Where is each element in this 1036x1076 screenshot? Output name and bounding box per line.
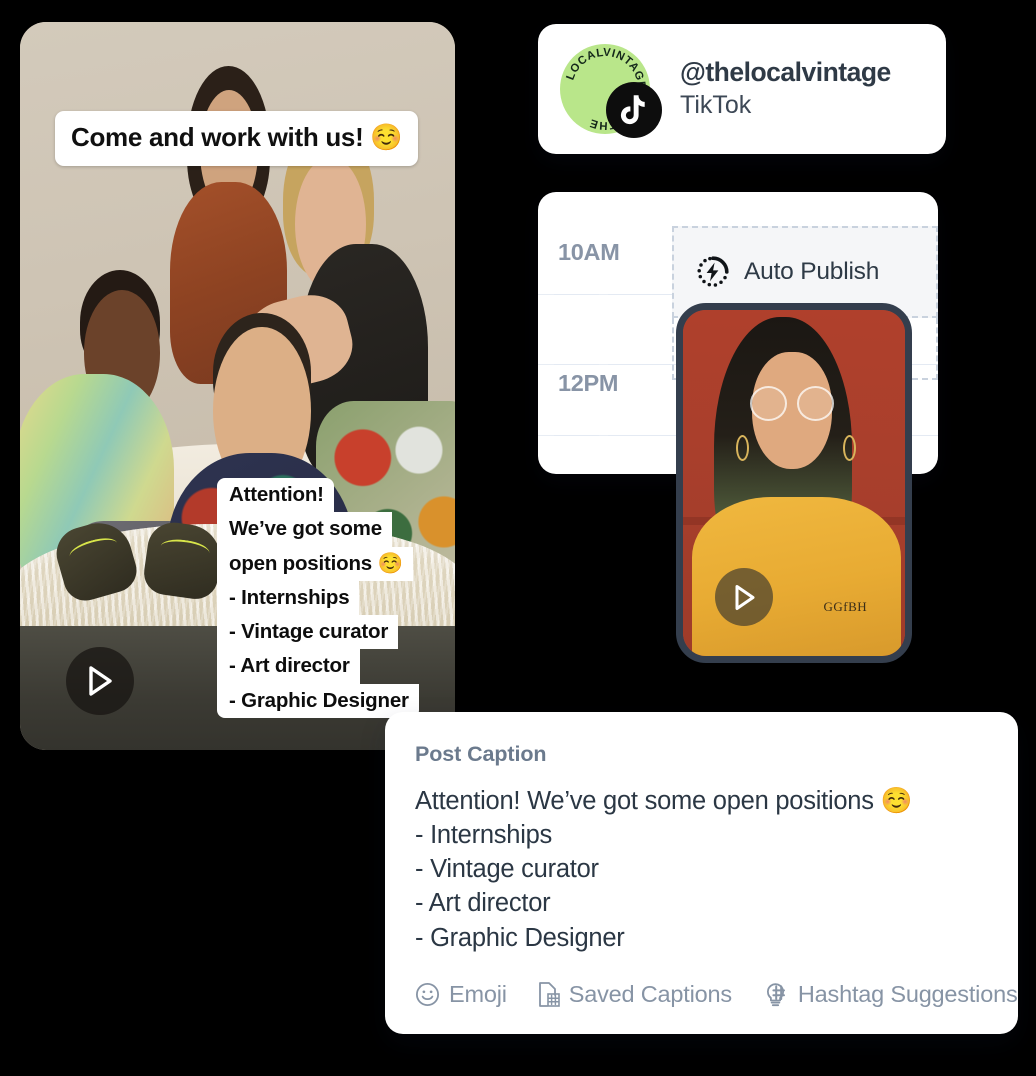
phone-photo-earring-left (736, 434, 750, 461)
time-slot-label: 12PM (558, 370, 619, 396)
overlay-caption-line: We’ve got some (217, 512, 392, 547)
account-handle: @thelocalvintage (680, 56, 891, 87)
play-icon (735, 584, 754, 610)
document-hash-icon (538, 982, 560, 1007)
emoji-label: Emoji (449, 981, 507, 1007)
saved-captions-label: Saved Captions (568, 981, 732, 1007)
post-caption-panel[interactable]: Post Caption Attention! We’ve got some o… (385, 712, 1018, 1034)
play-button[interactable] (66, 647, 134, 715)
svg-text:LOCAL: LOCAL (564, 47, 604, 82)
overlay-caption-line: - Art director (217, 649, 360, 684)
phone-photo-glasses (749, 386, 834, 421)
post-caption-title: Post Caption (415, 742, 547, 766)
hashtag-suggestions-label: Hashtag Suggestions (797, 981, 1018, 1007)
overlay-caption-line: - Vintage curator (217, 615, 399, 650)
phone-preview[interactable]: GGfBH (676, 303, 912, 663)
overlay-caption-line: open positions ☺️ (217, 546, 413, 581)
overlay-caption-line: - Internships (217, 580, 360, 616)
account-text: @thelocalvintage TikTok (680, 57, 891, 121)
post-caption-text[interactable]: Attention! We’ve got some open positions… (415, 784, 988, 955)
phone-photo-earring-right (843, 434, 857, 461)
lightbulb-hash-icon (766, 983, 785, 1007)
screenshot-root: Come and work with us! ☺️ Attention! We’… (0, 0, 1036, 1076)
video-preview-card[interactable]: Come and work with us! ☺️ Attention! We’… (20, 22, 455, 750)
emoji-button[interactable]: Emoji (415, 981, 507, 1008)
saved-captions-button[interactable]: Saved Captions (537, 981, 732, 1008)
smiley-icon (415, 982, 440, 1007)
play-button[interactable] (715, 568, 773, 626)
overlay-caption-line: Attention! (217, 478, 334, 513)
auto-publish-label: Auto Publish (744, 258, 880, 285)
tiktok-badge (606, 82, 662, 138)
overlay-caption-line: - Graphic Designer (217, 683, 419, 718)
avatar: LOCAL VINTAGE THE (560, 44, 662, 138)
phone-photo-shirt-logo: GGfBH (823, 598, 868, 614)
video-headline-sticker: Come and work with us! ☺️ (55, 111, 419, 166)
time-slot-label: 10AM (558, 239, 620, 265)
video-overlay-caption: Attention! We’ve got some open positions… (217, 478, 419, 718)
hashtag-suggestions-button[interactable]: Hashtag Suggestions (762, 981, 1018, 1008)
play-icon (89, 666, 112, 696)
avatar-word-local: LOCAL (564, 47, 604, 82)
account-card[interactable]: LOCAL VINTAGE THE @thelocalvintage TikTo… (538, 24, 946, 154)
account-platform: TikTok (680, 91, 752, 120)
auto-publish-bolt-icon (697, 256, 729, 287)
caption-toolbar: Emoji Saved Captions Hashtag Suggestions (415, 981, 1018, 1008)
tiktok-icon (620, 95, 645, 125)
